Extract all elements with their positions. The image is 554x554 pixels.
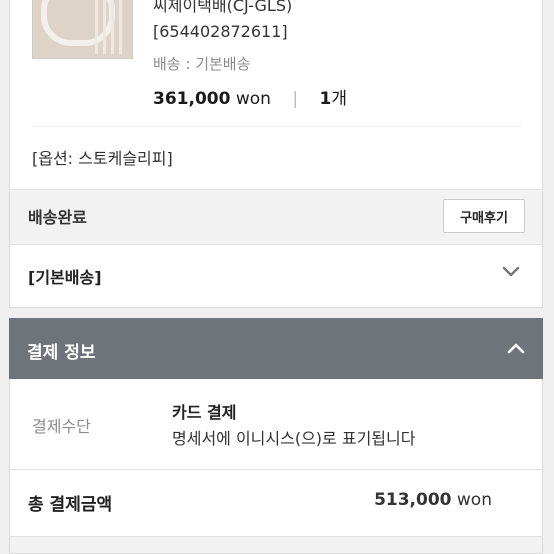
price-quantity-row: 361,000 won | 1개 bbox=[153, 84, 347, 109]
item-option: [옵션: 스토케슬리피] bbox=[32, 149, 173, 168]
carrier-name: 씨제이택배(CJ-GLS) bbox=[153, 0, 293, 15]
price-unit: won bbox=[235, 89, 271, 109]
total-payment-amount: 513,000 won bbox=[374, 490, 492, 510]
price-separator: | bbox=[292, 89, 299, 109]
payment-footer-strip bbox=[10, 536, 542, 553]
order-item-card: 씨제이택배(CJ-GLS) [654402872611] 배송 : 기본배송 3… bbox=[9, 0, 543, 308]
chevron-down-icon[interactable] bbox=[502, 266, 520, 278]
payment-info-section: 결제 정보 결제수단 카드 결제 명세서에 이니시스(으)로 표기됩니다 총 결… bbox=[9, 318, 543, 554]
crib-slats-shape bbox=[95, 0, 127, 54]
payment-info-body: 결제수단 카드 결제 명세서에 이니시스(으)로 표기됩니다 총 결제금액 51… bbox=[9, 379, 543, 554]
total-amount-unit: won bbox=[456, 490, 492, 510]
write-review-button[interactable]: 구매후기 bbox=[443, 199, 525, 233]
delivery-status-bar: 배송완료 구매후기 bbox=[10, 189, 542, 245]
product-thumbnail[interactable] bbox=[32, 0, 133, 59]
total-payment-label: 총 결제금액 bbox=[28, 495, 113, 515]
total-amount-number: 513,000 bbox=[374, 490, 452, 510]
payment-info-header[interactable]: 결제 정보 bbox=[9, 318, 543, 379]
tracking-number: [654402872611] bbox=[153, 22, 288, 41]
payment-method-note: 명세서에 이니시스(으)로 표기됩니다 bbox=[172, 429, 416, 448]
payment-divider bbox=[10, 469, 542, 470]
payment-info-title: 결제 정보 bbox=[27, 343, 96, 363]
delivery-status: 배송완료 bbox=[28, 208, 87, 227]
item-divider bbox=[32, 126, 522, 127]
quantity-unit: 개 bbox=[331, 89, 347, 109]
shipping-group-label: [기본배송] bbox=[28, 268, 102, 287]
chevron-up-icon[interactable] bbox=[507, 342, 525, 354]
shipping-group-row[interactable]: [기본배송] bbox=[10, 244, 542, 307]
payment-method-label: 결제수단 bbox=[32, 417, 91, 436]
shipping-method: 배송 : 기본배송 bbox=[153, 55, 251, 73]
payment-method-value: 카드 결제 bbox=[172, 403, 237, 422]
item-price: 361,000 bbox=[153, 89, 231, 109]
item-quantity: 1 bbox=[319, 89, 332, 109]
